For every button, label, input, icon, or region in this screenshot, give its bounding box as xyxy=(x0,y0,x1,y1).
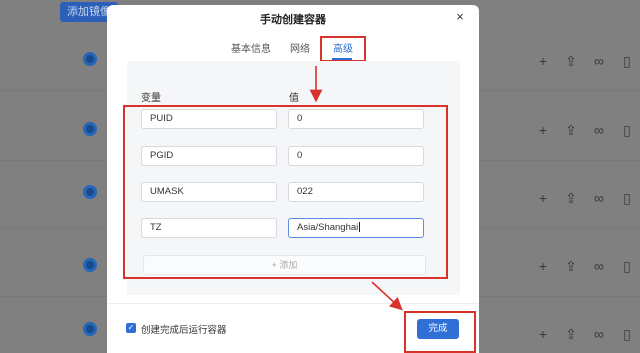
column-header-value: 值 xyxy=(289,93,299,104)
upload-icon[interactable]: ⇪ xyxy=(564,123,578,137)
create-container-dialog: 手动创建容器 × 基本信息 网络 高级 变量 值 PUID 0 PGID 0 U… xyxy=(107,5,479,353)
link-icon[interactable]: ∞ xyxy=(592,191,606,205)
run-after-create-checkbox[interactable]: ✓ xyxy=(126,323,136,333)
plus-icon[interactable]: + xyxy=(536,54,550,68)
trash-icon[interactable]: ▯ xyxy=(620,259,634,273)
row-actions: + ⇪ ∞ ▯ xyxy=(536,259,634,273)
row-actions: + ⇪ ∞ ▯ xyxy=(536,123,634,137)
row-actions: + ⇪ ∞ ▯ xyxy=(536,327,634,341)
plus-icon[interactable]: + xyxy=(536,259,550,273)
upload-icon[interactable]: ⇪ xyxy=(564,191,578,205)
link-icon[interactable]: ∞ xyxy=(592,54,606,68)
plus-icon[interactable]: + xyxy=(536,123,550,137)
footer-divider xyxy=(107,303,479,304)
run-after-create-label: 创建完成后运行容器 xyxy=(141,325,227,336)
close-icon[interactable]: × xyxy=(453,10,467,24)
done-highlight-box xyxy=(404,311,476,353)
plus-icon[interactable]: + xyxy=(536,327,550,341)
tab-bar: 基本信息 网络 高级 xyxy=(107,36,479,64)
container-status-icon xyxy=(83,258,97,272)
trash-icon[interactable]: ▯ xyxy=(620,123,634,137)
container-status-icon xyxy=(83,52,97,66)
upload-icon[interactable]: ⇪ xyxy=(564,54,578,68)
trash-icon[interactable]: ▯ xyxy=(620,54,634,68)
container-status-icon xyxy=(83,185,97,199)
tab-network[interactable]: 网络 xyxy=(290,40,310,55)
container-status-icon xyxy=(83,122,97,136)
row-actions: + ⇪ ∞ ▯ xyxy=(536,191,634,205)
plus-icon[interactable]: + xyxy=(536,191,550,205)
container-status-icon xyxy=(83,322,97,336)
tab-basic-info[interactable]: 基本信息 xyxy=(231,40,271,55)
tab-highlight-box xyxy=(320,36,366,62)
row-actions: + ⇪ ∞ ▯ xyxy=(536,54,634,68)
upload-icon[interactable]: ⇪ xyxy=(564,259,578,273)
trash-icon[interactable]: ▯ xyxy=(620,191,634,205)
link-icon[interactable]: ∞ xyxy=(592,259,606,273)
link-icon[interactable]: ∞ xyxy=(592,123,606,137)
trash-icon[interactable]: ▯ xyxy=(620,327,634,341)
env-vars-highlight-box xyxy=(123,105,448,279)
link-icon[interactable]: ∞ xyxy=(592,327,606,341)
column-header-variable: 变量 xyxy=(141,93,161,104)
upload-icon[interactable]: ⇪ xyxy=(564,327,578,341)
dialog-title: 手动创建容器 xyxy=(260,14,326,26)
